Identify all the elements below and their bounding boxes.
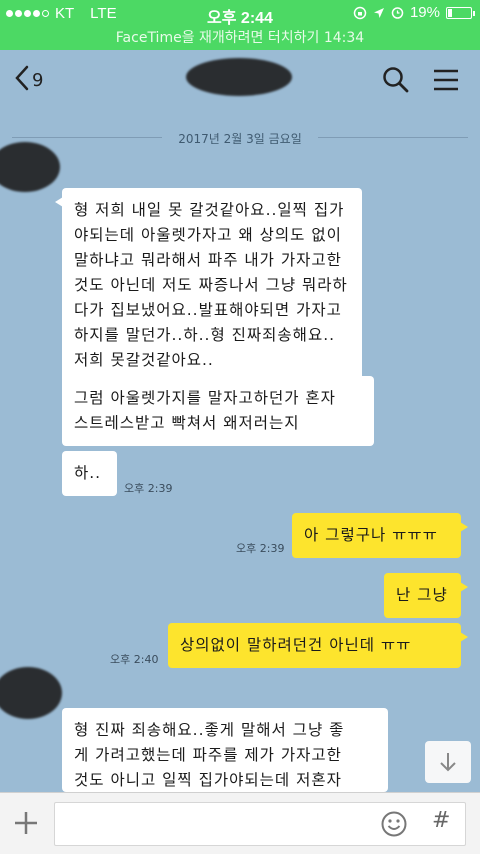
message-time: 오후 2:40 — [110, 653, 159, 666]
facetime-banner[interactable]: FaceTime을 재개하려면 터치하기 14:34 — [0, 28, 480, 50]
scroll-to-bottom-button[interactable] — [425, 741, 471, 783]
date-divider-text: 2017년 2월 3일 금요일 — [178, 132, 302, 146]
back-chevron-icon — [15, 65, 29, 91]
search-icon[interactable] — [382, 66, 410, 94]
message-bubble-received[interactable]: 하.. — [62, 451, 117, 496]
redacted-avatar — [0, 667, 62, 719]
emoji-icon[interactable] — [380, 810, 408, 838]
message-bubble-received[interactable]: 형 저희 내일 못 갈것같아요..일찍 집가 야되는데 아울렛가자고 왜 상의도… — [55, 188, 362, 383]
menu-icon[interactable] — [432, 66, 460, 94]
hash-search-button[interactable]: # — [432, 808, 450, 833]
battery-percent: 19% — [409, 4, 440, 21]
alarm-icon — [391, 7, 404, 19]
message-input-bar: # — [0, 792, 480, 854]
header-actions — [382, 66, 460, 94]
message-bubble-sent[interactable]: 상의없이 말하려던건 아닌데 ㅠㅠ — [168, 623, 468, 668]
arrow-down-icon — [440, 753, 456, 772]
battery-icon — [446, 6, 475, 19]
message-bubble-received[interactable]: 그럼 아울렛가지를 말자고하던가 혼자 스트레스받고 빡쳐서 왜저러는지 — [62, 376, 374, 446]
chat-header: 9 — [0, 50, 480, 112]
unread-count: 9 — [32, 69, 44, 91]
lock-rotation-icon — [353, 6, 367, 19]
message-bubble-received[interactable]: 형 진짜 죄송해요..좋게 말해서 그냥 좋 게 가려고했는데 파주를 제가 가… — [62, 708, 388, 792]
date-divider: 2017년 2월 3일 금요일 — [0, 128, 480, 148]
message-bubble-sent[interactable]: 난 그냥 — [384, 573, 468, 618]
status-right: 19% — [353, 4, 475, 21]
back-button[interactable]: 9 — [14, 64, 43, 92]
battery-level — [448, 8, 453, 17]
plus-icon[interactable] — [12, 809, 40, 837]
redacted-chat-title — [186, 58, 292, 96]
location-icon — [373, 7, 384, 18]
status-bar: KT LTE 오후 2:44 19% — [0, 0, 480, 28]
message-time: 오후 2:39 — [236, 542, 285, 555]
redacted-avatar — [0, 142, 60, 192]
message-bubble-sent[interactable]: 아 그렇구나 ㅠㅠㅠ — [292, 513, 468, 558]
message-time: 오후 2:39 — [124, 482, 173, 495]
